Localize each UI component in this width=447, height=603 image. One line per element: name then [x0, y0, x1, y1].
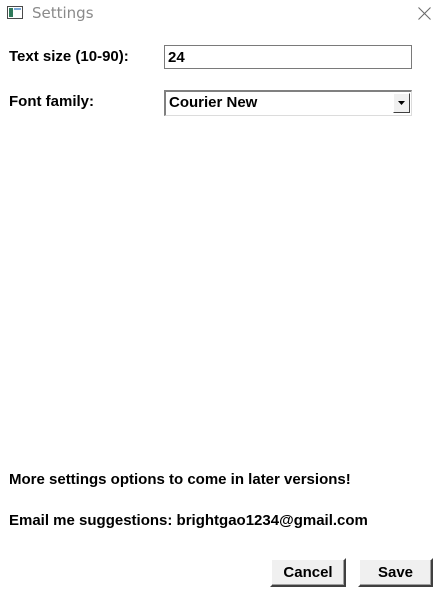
- font-family-select[interactable]: Courier New: [164, 90, 412, 116]
- close-button[interactable]: [401, 0, 447, 28]
- title-bar[interactable]: Settings: [0, 0, 447, 28]
- email-suggestions-note: Email me suggestions: brightgao1234@gmai…: [9, 512, 368, 529]
- save-button[interactable]: Save: [358, 558, 433, 587]
- font-family-selected-value: Courier New: [169, 94, 258, 111]
- close-icon: [418, 7, 431, 20]
- text-size-label: Text size (10-90):: [9, 48, 129, 65]
- text-size-input[interactable]: [164, 45, 412, 69]
- font-family-label: Font family:: [9, 93, 94, 110]
- chevron-down-icon: [398, 101, 405, 105]
- settings-window: Settings Text size (10-90): Font family:…: [0, 0, 447, 603]
- window-title: Settings: [32, 4, 94, 22]
- more-settings-note: More settings options to come in later v…: [9, 471, 351, 488]
- window-icon: [7, 6, 23, 19]
- cancel-button[interactable]: Cancel: [270, 558, 346, 587]
- font-family-dropdown-button[interactable]: [393, 93, 410, 113]
